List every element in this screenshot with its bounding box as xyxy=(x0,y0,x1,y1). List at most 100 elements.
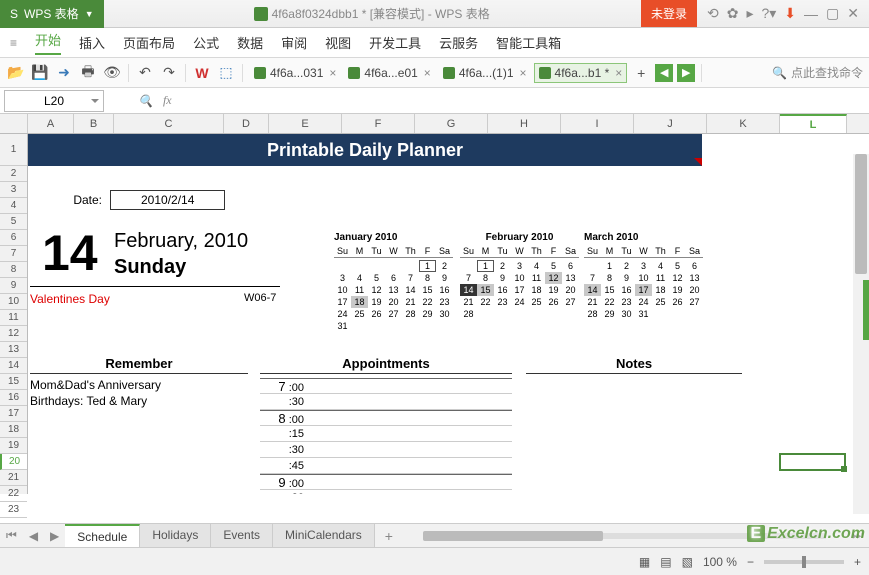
sync-icon[interactable]: ⟲ xyxy=(707,5,719,22)
pin-icon[interactable]: ▸ xyxy=(746,5,753,22)
menu-start[interactable]: 开始 xyxy=(35,30,61,55)
column-header[interactable]: F xyxy=(342,114,415,133)
row-header[interactable]: 8 xyxy=(0,262,27,278)
row-header[interactable]: 18 xyxy=(0,422,27,438)
minimize-icon[interactable]: — xyxy=(804,6,818,22)
menu-smarttools[interactable]: 智能工具箱 xyxy=(496,33,561,52)
zoom-slider[interactable] xyxy=(764,560,844,564)
comment-marker-icon[interactable] xyxy=(694,158,702,166)
appointment-row[interactable]: :30 xyxy=(260,394,512,410)
appointment-row[interactable]: 7 :00 xyxy=(260,378,512,394)
sheet-tab[interactable]: Holidays xyxy=(140,524,211,548)
close-icon[interactable]: ✕ xyxy=(847,5,859,22)
column-header[interactable]: G xyxy=(415,114,488,133)
sheet-tab[interactable]: Events xyxy=(211,524,273,548)
date-value[interactable]: 2010/2/14 xyxy=(110,190,225,210)
skin-icon[interactable]: ✿ xyxy=(727,5,739,22)
close-tab-icon[interactable]: × xyxy=(329,66,336,80)
row-header[interactable]: 21 xyxy=(0,470,27,486)
download-icon[interactable]: ⬇ xyxy=(784,5,796,22)
fx-search-icon[interactable]: 🔍 xyxy=(138,94,153,108)
appointment-row[interactable]: 8 :00 xyxy=(260,410,512,426)
search-placeholder[interactable]: 点此查找命令 xyxy=(791,64,863,81)
appointment-row[interactable]: :30 xyxy=(260,442,512,458)
column-header[interactable]: I xyxy=(561,114,634,133)
column-header[interactable]: C xyxy=(114,114,224,133)
row-header[interactable]: 16 xyxy=(0,390,27,406)
wps-icon[interactable]: W xyxy=(192,63,212,83)
row-header[interactable]: 3 xyxy=(0,182,27,198)
undo-icon[interactable]: ↶ xyxy=(135,63,155,83)
row-header[interactable]: 13 xyxy=(0,342,27,358)
maximize-icon[interactable]: ▢ xyxy=(826,5,839,22)
column-header[interactable]: B xyxy=(74,114,114,133)
login-badge[interactable]: 未登录 xyxy=(641,0,697,27)
close-tab-icon[interactable]: × xyxy=(424,66,431,80)
appointment-row[interactable]: 9 :00 xyxy=(260,474,512,490)
row-header[interactable]: 6 xyxy=(0,230,27,246)
zoom-in-icon[interactable]: + xyxy=(854,555,861,569)
sheet-tab[interactable]: Schedule xyxy=(65,524,140,548)
row-header[interactable]: 14 xyxy=(0,358,27,374)
appointment-row[interactable]: :15 xyxy=(260,426,512,442)
doc-tab[interactable]: 4f6a...031× xyxy=(249,63,341,83)
cube-icon[interactable]: ⬚ xyxy=(216,63,236,83)
row-header[interactable]: 1 xyxy=(0,134,27,166)
menu-view[interactable]: 视图 xyxy=(325,33,351,52)
redo-icon[interactable]: ↷ xyxy=(159,63,179,83)
doc-tab[interactable]: 4f6a...(1)1× xyxy=(438,63,532,83)
row-header[interactable]: 2 xyxy=(0,166,27,182)
menu-data[interactable]: 数据 xyxy=(237,33,263,52)
column-header[interactable]: A xyxy=(28,114,74,133)
row-header[interactable]: 20 xyxy=(0,454,27,470)
app-dropdown-icon[interactable]: ▼ xyxy=(85,9,94,19)
row-header[interactable]: 4 xyxy=(0,198,27,214)
appointment-row[interactable]: :45 xyxy=(260,458,512,474)
search-icon[interactable]: 🔍 xyxy=(772,66,787,80)
column-header[interactable]: K xyxy=(707,114,780,133)
menu-formula[interactable]: 公式 xyxy=(193,33,219,52)
select-all-corner[interactable] xyxy=(0,114,28,133)
name-box[interactable]: L20 xyxy=(4,90,104,112)
add-sheet-icon[interactable]: + xyxy=(375,524,403,548)
row-header[interactable]: 5 xyxy=(0,214,27,230)
doc-tab[interactable]: 4f6a...e01× xyxy=(343,63,435,83)
doc-tab[interactable]: 4f6a...b1 *× xyxy=(534,63,628,83)
sheet-nav-first[interactable]: ⏮ xyxy=(0,528,23,543)
row-header[interactable]: 15 xyxy=(0,374,27,390)
view-normal-icon[interactable]: ▦ xyxy=(639,555,650,569)
appointment-row[interactable]: :30 xyxy=(260,490,512,494)
row-header[interactable]: 17 xyxy=(0,406,27,422)
row-header[interactable]: 23 xyxy=(0,502,27,518)
row-header[interactable]: 19 xyxy=(0,438,27,454)
grid-content[interactable]: Printable Daily Planner Date: 2010/2/14 … xyxy=(28,134,869,494)
menu-cloud[interactable]: 云服务 xyxy=(439,33,478,52)
open-icon[interactable]: 📂 xyxy=(6,63,26,83)
view-break-icon[interactable]: ▧ xyxy=(682,555,693,569)
tab-nav-right[interactable]: ▶ xyxy=(677,64,695,82)
row-header[interactable]: 10 xyxy=(0,294,27,310)
save-icon[interactable]: 💾 xyxy=(30,63,50,83)
side-handle-icon[interactable] xyxy=(863,280,869,340)
menu-layout[interactable]: 页面布局 xyxy=(123,33,175,52)
new-tab-icon[interactable]: + xyxy=(631,63,651,83)
tab-nav-left[interactable]: ◀ xyxy=(655,64,673,82)
fx-icon[interactable]: fx xyxy=(163,93,172,108)
active-cell-selection[interactable] xyxy=(779,453,846,471)
close-tab-icon[interactable]: × xyxy=(615,66,622,80)
help-icon[interactable]: ?▾ xyxy=(761,5,776,22)
sheet-nav-prev[interactable]: ◀ xyxy=(23,529,44,543)
row-header[interactable]: 7 xyxy=(0,246,27,262)
view-layout-icon[interactable]: ▤ xyxy=(660,555,671,569)
column-header[interactable]: H xyxy=(488,114,561,133)
close-tab-icon[interactable]: × xyxy=(520,66,527,80)
print-icon[interactable]: 🖶 xyxy=(78,63,98,83)
column-header[interactable]: D xyxy=(224,114,269,133)
column-header[interactable]: J xyxy=(634,114,707,133)
preview-icon[interactable]: 👁 xyxy=(102,63,122,83)
menu-devtools[interactable]: 开发工具 xyxy=(369,33,421,52)
row-header[interactable]: 11 xyxy=(0,310,27,326)
row-header[interactable]: 9 xyxy=(0,278,27,294)
row-header[interactable]: 12 xyxy=(0,326,27,342)
column-header[interactable]: L xyxy=(780,114,847,133)
